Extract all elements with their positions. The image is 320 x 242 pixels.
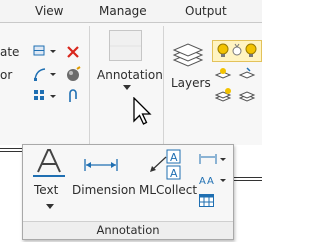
annotation-button-label: Annotation [97, 68, 163, 82]
text-icon: A A [199, 176, 226, 187]
partial-label-create[interactable]: ate [0, 45, 19, 59]
insert-block-button[interactable] [33, 43, 57, 63]
insert-block-icon [33, 45, 56, 56]
svg-text:A: A [170, 151, 178, 164]
drawing-line [0, 151, 22, 152]
ribbon-tab-bar: View Manage Output [0, 0, 262, 23]
dimension-label: Dimension [72, 183, 136, 197]
layer-state-icon [214, 67, 256, 79]
table-icon [199, 194, 214, 207]
svg-text:A: A [170, 167, 178, 180]
tab-view[interactable]: View [35, 4, 63, 18]
text-icon [33, 149, 65, 177]
annotation-scale-icon [109, 30, 142, 61]
link-icon [69, 89, 77, 102]
table-button[interactable] [199, 193, 215, 212]
layers-label: Layers [171, 76, 211, 90]
link-tool-button[interactable] [66, 88, 80, 108]
layer-properties-button[interactable] [212, 40, 262, 62]
curve-tool-button[interactable] [33, 66, 57, 86]
layer-state-button[interactable] [214, 66, 259, 85]
chevron-down-icon [46, 204, 54, 209]
panel-title: Annotation [23, 221, 233, 239]
partial-label-editor[interactable]: or [0, 68, 12, 82]
annotation-button[interactable]: Annotation [93, 27, 163, 93]
drawing-line [0, 148, 22, 149]
multileader-collect-icon: A A [150, 149, 181, 180]
annotation-panel-expanded: Text Dimension A A MLCollect A A Annotat… [22, 144, 234, 240]
drawing-line [233, 180, 262, 181]
layers-button[interactable]: Layers [168, 40, 211, 94]
globe-icon [67, 66, 81, 81]
drawing-line [233, 177, 262, 178]
svg-text:A: A [207, 176, 214, 187]
dimension-icon [84, 159, 118, 171]
chevron-down-icon [123, 85, 131, 90]
text-button[interactable]: Text [29, 148, 69, 218]
layer-isolate-button[interactable] [214, 88, 259, 108]
layers-icon [172, 43, 204, 67]
text-label: Text [34, 183, 59, 197]
array-tool-button[interactable] [33, 88, 57, 108]
globe-tool-button[interactable] [65, 66, 81, 86]
linear-dimension-button[interactable] [199, 151, 227, 170]
curve-icon [34, 68, 56, 81]
svg-text:A: A [199, 176, 206, 187]
tab-output[interactable]: Output [185, 4, 227, 18]
ribbon-separator [163, 26, 164, 144]
dimension-icon [199, 154, 226, 164]
bulb-icon [217, 43, 257, 57]
mlcollect-label: MLCollect [139, 183, 198, 197]
dimension-button[interactable]: Dimension [70, 148, 136, 198]
mlcollect-button[interactable]: A A MLCollect [136, 148, 198, 198]
cursor-icon [133, 97, 152, 125]
ribbon-separator [89, 26, 90, 144]
layer-state-icon [214, 88, 256, 102]
close-button[interactable] [66, 44, 80, 63]
array-icon [34, 90, 56, 100]
text-style-button[interactable]: A A [199, 172, 227, 191]
tab-manage[interactable]: Manage [99, 4, 147, 18]
close-icon [67, 46, 79, 58]
